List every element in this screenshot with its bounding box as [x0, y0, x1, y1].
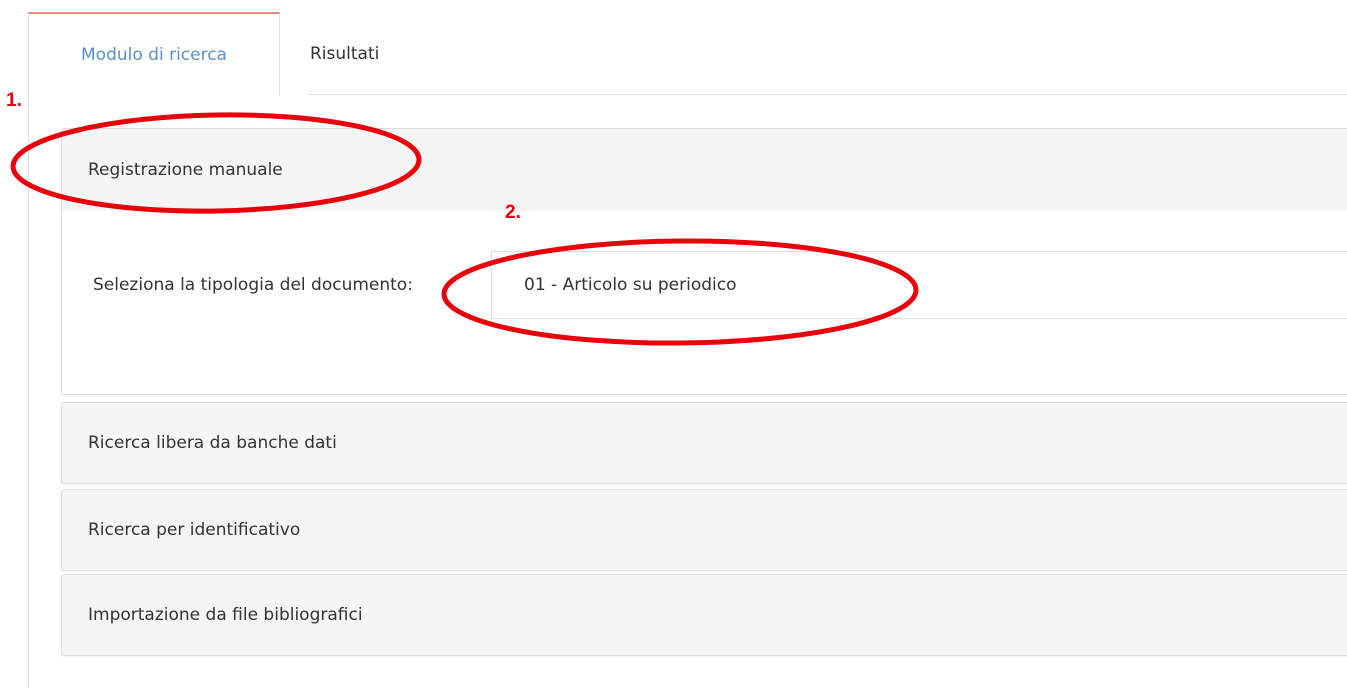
- panel-manual-registration-title: Registrazione manuale: [88, 160, 283, 180]
- panel-manual-registration-body: Seleziona la tipologia del documento: 01…: [61, 211, 1347, 395]
- document-type-select[interactable]: 01 - Articolo su periodico: [491, 251, 1347, 319]
- tab-search-form[interactable]: Modulo di ricerca: [28, 12, 280, 96]
- tab-bar: Modulo di ricerca Risultati: [28, 12, 1347, 96]
- annotation-number-1: 1.: [6, 90, 22, 111]
- tab-results-label: Risultati: [310, 44, 380, 64]
- panel-free-search-title: Ricerca libera da banche dati: [88, 433, 337, 453]
- tab-results[interactable]: Risultati: [280, 12, 480, 96]
- document-type-label: Seleziona la tipologia del documento:: [93, 275, 413, 295]
- tab-divider: [308, 94, 1347, 95]
- panel-identifier-search[interactable]: Ricerca per identificativo: [61, 489, 1347, 571]
- annotation-number-2: 2.: [505, 202, 521, 223]
- panel-import-files[interactable]: Importazione da file bibliografici: [61, 574, 1347, 656]
- panel-identifier-search-title: Ricerca per identificativo: [88, 520, 301, 540]
- tab-search-form-label: Modulo di ricerca: [81, 45, 227, 65]
- panel-free-search[interactable]: Ricerca libera da banche dati: [61, 402, 1347, 484]
- panel-import-files-title: Importazione da file bibliografici: [88, 605, 363, 625]
- panel-manual-registration[interactable]: Registrazione manuale: [61, 128, 1347, 212]
- content-border: [28, 95, 29, 688]
- document-type-selected-value: 01 - Articolo su periodico: [524, 275, 737, 295]
